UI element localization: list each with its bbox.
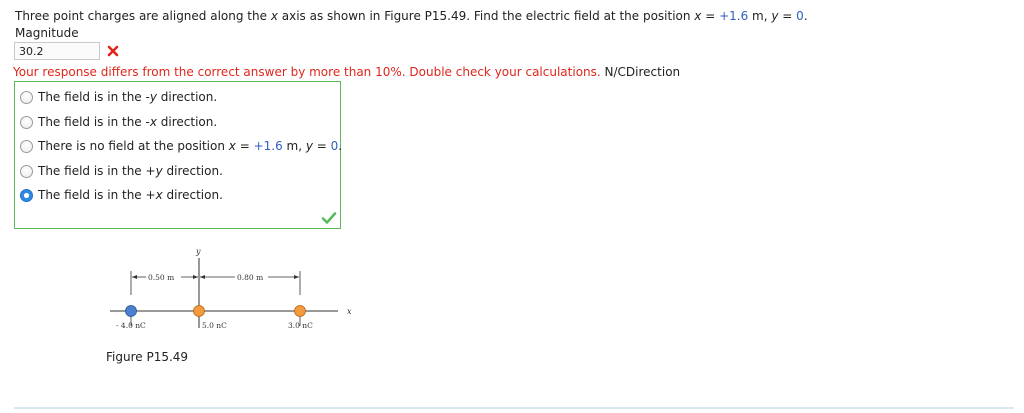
feedback-message: Your response differs from the correct a… <box>13 65 601 79</box>
feedback-text: Your response differs from the correct a… <box>13 65 680 79</box>
charge-label-3: 3.0 nC <box>288 321 313 330</box>
charge-positive-3nc <box>294 305 306 317</box>
dimension-label-2: 0.80 m <box>237 273 263 282</box>
radio-button-selected[interactable] <box>20 189 33 202</box>
choice-label: The field is in the +x direction. <box>38 188 223 202</box>
question-text: Three point charges are aligned along th… <box>15 9 808 23</box>
charge-negative-4nc <box>125 305 137 317</box>
choice-label: The field is in the -y direction. <box>38 90 218 104</box>
radio-button[interactable] <box>20 116 33 129</box>
choice-label: There is no field at the position x = +1… <box>38 139 343 153</box>
direction-label: N/CDirection <box>600 65 681 79</box>
radio-button[interactable] <box>20 165 33 178</box>
choice-label: The field is in the +y direction. <box>38 164 223 178</box>
choice-label: The field is in the -x direction. <box>38 115 218 129</box>
y-axis-label: y <box>195 247 201 256</box>
dimension-label-1: 0.50 m <box>148 273 174 282</box>
magnitude-input[interactable] <box>14 42 100 60</box>
x-axis-label: x <box>347 307 352 316</box>
radio-button[interactable] <box>20 91 33 104</box>
divider <box>14 407 1014 409</box>
direction-choices: The field is in the -y direction. The fi… <box>14 81 343 229</box>
charge-label-1: - 4.0 nC <box>116 321 146 330</box>
charge-positive-5nc <box>193 305 205 317</box>
figure-caption: Figure P15.49 <box>106 350 189 364</box>
dimension-arrow <box>193 275 198 279</box>
dimension-arrow <box>294 275 299 279</box>
check-icon <box>321 212 337 224</box>
charge-figure: x y 0.50 m 0.80 m - 4.0 nC 5.0 nC 3.0 nC <box>110 247 352 330</box>
dimension-arrow <box>200 275 205 279</box>
charge-label-2: 5.0 nC <box>202 321 227 330</box>
magnitude-label: Magnitude <box>15 26 79 40</box>
radio-button[interactable] <box>20 140 33 153</box>
dimension-arrow <box>132 275 137 279</box>
cross-icon <box>107 45 119 57</box>
